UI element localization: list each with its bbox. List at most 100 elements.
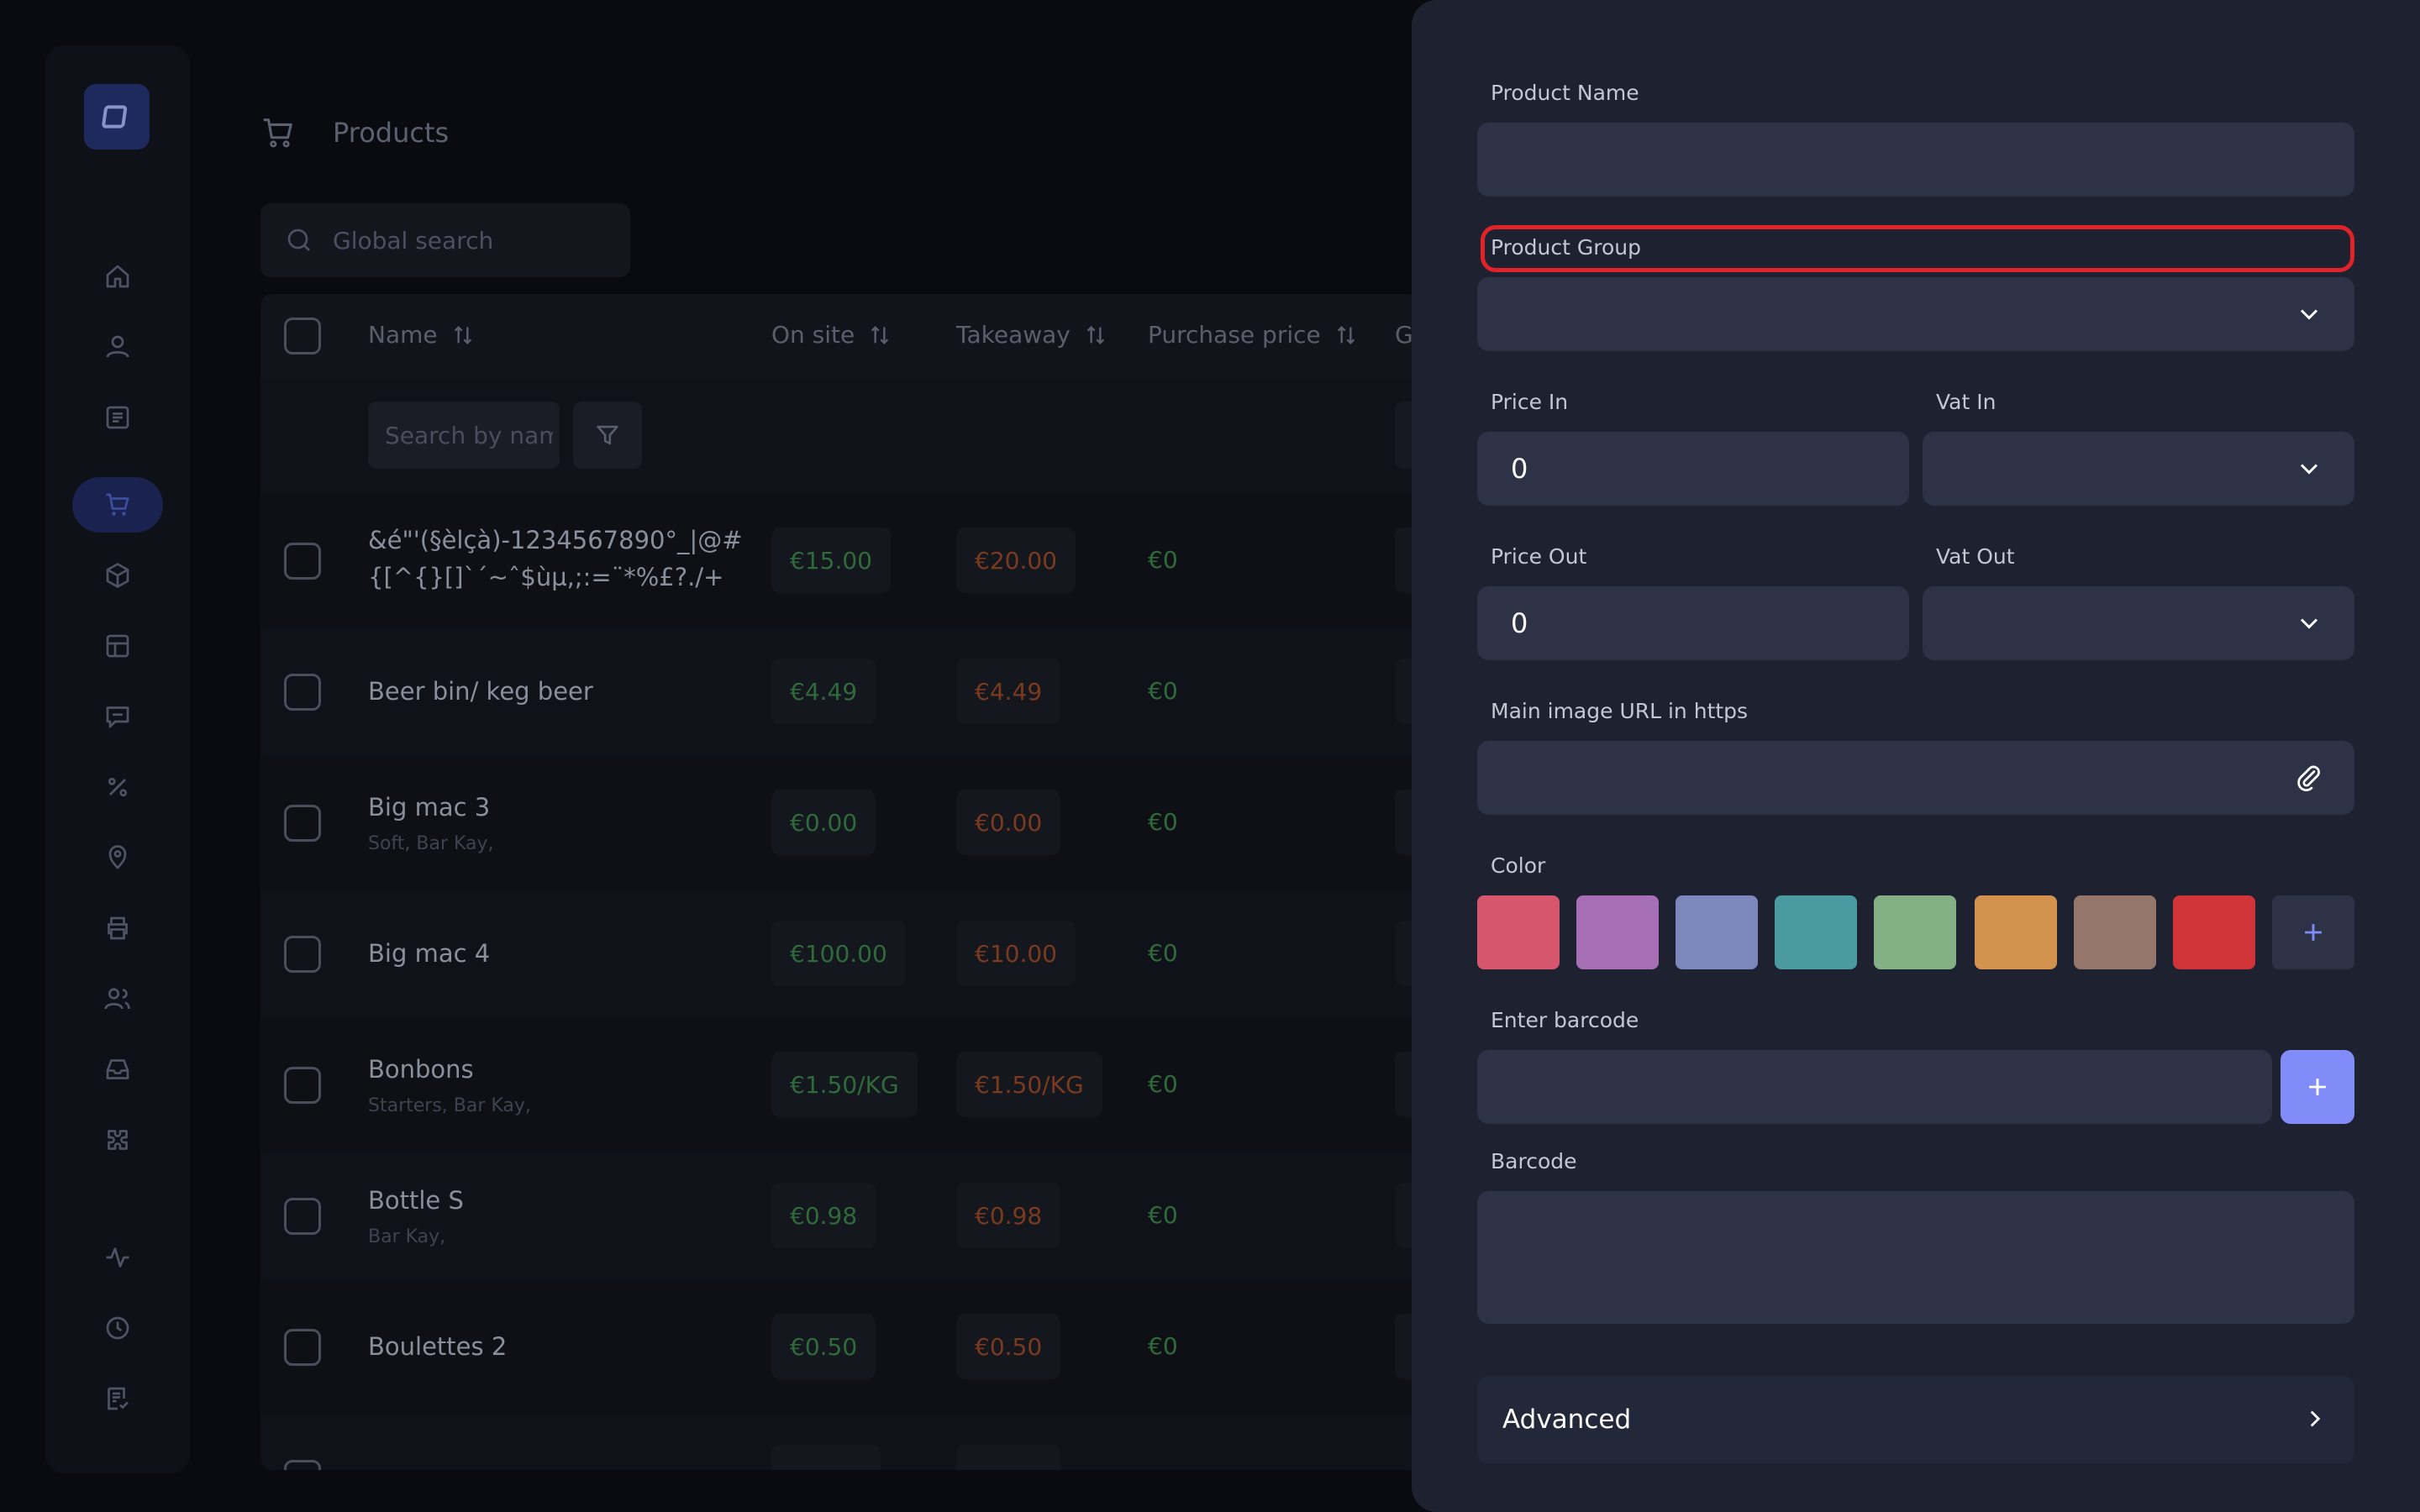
table-row[interactable]: Bonbons Starters, Bar Kay, €1.50/KG €1.5… (260, 1020, 1420, 1151)
app-logo[interactable] (84, 84, 150, 150)
column-header-on-site[interactable]: On site (771, 321, 893, 349)
sort-icon (1086, 325, 1105, 344)
color-swatch[interactable] (2074, 895, 2156, 969)
image-url-field[interactable] (1477, 741, 2354, 815)
column-header-name[interactable]: Name (368, 321, 476, 349)
image-url-label: Main image URL in https (1491, 699, 1749, 723)
nav-messages[interactable] (72, 689, 163, 744)
row-name: Boulettes 2 (368, 1332, 508, 1361)
filter-button[interactable] (573, 402, 642, 469)
price-in-value: 0 (1511, 453, 1528, 485)
row-name: Beer bin/ keg beer (368, 677, 593, 706)
vat-out-select[interactable] (1923, 586, 2354, 660)
nav-staff[interactable] (72, 971, 163, 1026)
row-name-continued: {[^{}[]`´~ˆ$ùµ,;:=¨*%£?./+ (368, 563, 724, 591)
paperclip-icon[interactable] (2294, 763, 2324, 793)
row-checkbox[interactable] (284, 1198, 321, 1235)
row-checkbox[interactable] (284, 1329, 321, 1366)
table-row[interactable]: &é"'(§èlçà)-1234567890°_|@# {[^{}[]`´~ˆ$… (260, 496, 1420, 627)
row-checkbox[interactable] (284, 936, 321, 973)
table-row[interactable]: Beer bin/ keg beer €4.49 €4.49 €0 (260, 627, 1420, 758)
column-header-purchase-price[interactable]: Purchase price (1148, 321, 1360, 349)
price-out-field[interactable]: 0 (1477, 586, 1909, 660)
users-icon (104, 988, 130, 1010)
color-label: Color (1491, 853, 1546, 878)
nav-products[interactable] (72, 477, 163, 533)
nav-home[interactable] (72, 249, 163, 304)
nav-orders[interactable] (72, 390, 163, 445)
message-icon (106, 706, 129, 728)
price-out-value: 0 (1511, 607, 1528, 639)
row-checkbox[interactable] (284, 674, 321, 711)
barcode-list[interactable] (1477, 1191, 2354, 1324)
column-header-cut[interactable]: G (1395, 321, 1413, 349)
cart-icon (106, 493, 129, 516)
product-group-select[interactable] (1477, 277, 2354, 351)
name-search-field[interactable] (368, 402, 560, 469)
color-swatch[interactable] (1975, 895, 2057, 969)
nav-users[interactable] (72, 319, 163, 375)
row-checkbox[interactable] (284, 1460, 321, 1470)
color-swatch[interactable] (1874, 895, 1956, 969)
purchase-price: €0 (1148, 808, 1178, 836)
column-header-takeaway[interactable]: Takeaway (956, 321, 1109, 349)
nav-locations[interactable] (72, 830, 163, 885)
advanced-section-toggle[interactable]: Advanced (1477, 1376, 2354, 1463)
table-row[interactable]: Boulettes 2 €0.50 €0.50 €0 (260, 1282, 1420, 1413)
color-swatch[interactable] (1676, 895, 1758, 969)
purchase-price: €0 (1148, 677, 1178, 705)
nav-tables[interactable] (72, 618, 163, 674)
color-swatch[interactable] (2173, 895, 2255, 969)
row-groups: Soft, Bar Kay, (368, 833, 494, 854)
add-barcode-button[interactable] (2281, 1050, 2354, 1124)
color-swatch[interactable] (1576, 895, 1659, 969)
list-icon (106, 406, 129, 429)
enter-barcode-label: Enter barcode (1491, 1008, 1639, 1032)
home-icon (106, 265, 129, 288)
global-search[interactable] (260, 203, 630, 277)
row-checkbox[interactable] (284, 805, 321, 842)
row-groups: Starters, Bar Kay, (368, 1095, 531, 1116)
price-on-site: €15.00 (771, 528, 891, 593)
row-checkbox[interactable] (284, 543, 321, 580)
product-form-drawer: Product Name Product Group Price In 0 Va… (1412, 0, 2420, 1512)
name-search-input[interactable] (385, 421, 553, 449)
global-search-input[interactable] (333, 226, 602, 255)
table-row[interactable]: Bottle S Bar Kay, €0.98 €0.98 €0 (260, 1151, 1420, 1282)
row-groups: Bar Kay, (368, 1226, 446, 1247)
price-takeaway: €0.00 (956, 790, 1061, 855)
enter-barcode-field[interactable] (1477, 1050, 2272, 1124)
table-row[interactable]: Big mac 4 €100.00 €10.00 €0 (260, 889, 1420, 1020)
price-on-site (771, 1445, 881, 1470)
sort-icon (454, 325, 471, 344)
color-swatch[interactable] (1477, 895, 1560, 969)
select-all-checkbox[interactable] (284, 318, 321, 354)
price-in-field[interactable]: 0 (1477, 432, 1909, 506)
price-out-label: Price Out (1491, 544, 1587, 569)
nav-reports[interactable] (72, 1371, 163, 1426)
nav-history[interactable] (72, 1300, 163, 1356)
purchase-price: €0 (1148, 546, 1178, 574)
location-icon (108, 845, 127, 869)
add-color-button[interactable] (2272, 895, 2354, 969)
nav-stock[interactable] (72, 548, 163, 603)
price-takeaway: €10.00 (956, 921, 1076, 986)
plus-icon (2309, 1079, 2326, 1095)
chevron-down-icon (2300, 464, 2318, 475)
table-row[interactable]: Big mac 3 Soft, Bar Kay, €0.00 €0.00 €0 (260, 758, 1420, 889)
nav-activity[interactable] (72, 1230, 163, 1285)
checklist-icon (108, 1387, 129, 1410)
user-icon (106, 335, 129, 358)
nav-inbox[interactable] (72, 1042, 163, 1097)
table-row[interactable] (260, 1413, 1420, 1470)
product-name-field[interactable] (1477, 123, 2354, 197)
row-checkbox[interactable] (284, 1067, 321, 1104)
vat-in-select[interactable] (1923, 432, 2354, 506)
price-on-site: €1.50/KG (771, 1052, 918, 1117)
nav-integrations[interactable] (72, 1112, 163, 1168)
nav-printers[interactable] (72, 900, 163, 956)
page-title: Products (333, 117, 450, 149)
nav-discounts[interactable] (72, 759, 163, 815)
filter-icon (597, 425, 618, 445)
color-swatch[interactable] (1775, 895, 1857, 969)
